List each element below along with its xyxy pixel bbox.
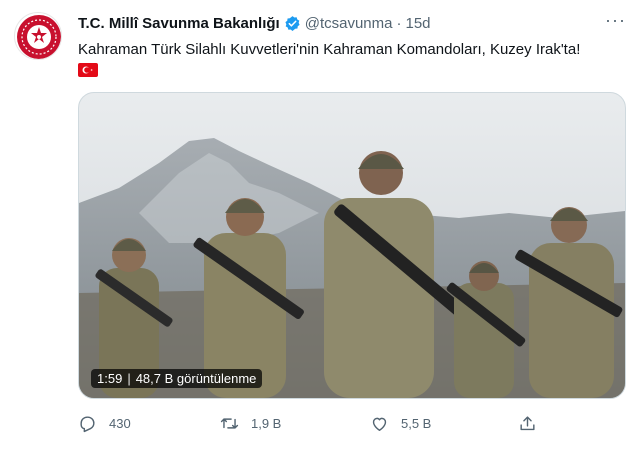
view-count: 48,7 B görüntülenme [135,371,257,386]
action-bar: 430 1,9 B 5,5 B [78,414,626,438]
verified-badge-icon [284,15,301,32]
turkey-flag-icon [78,63,98,77]
share-icon [520,416,535,431]
video-badge: 1:59 | 48,7 B görüntülenme [91,369,263,388]
like-button[interactable]: 5,5 B [370,414,431,433]
like-count: 5,5 B [401,416,432,431]
handle[interactable]: @tcsavunma [305,15,393,32]
avatar[interactable] [14,12,62,60]
separator-dot: · [396,14,402,32]
tweet-text: Kahraman Türk Silahlı Kuvvetleri'nin Kah… [78,41,581,58]
more-dots-icon[interactable]: ··· [605,10,626,31]
retweet-button[interactable]: 1,9 B [220,414,281,433]
heart-icon [372,417,387,431]
video-player[interactable]: 1:59 | 48,7 B görüntülenme [78,92,626,399]
ministry-seal-icon [17,15,61,59]
retweet-count: 1,9 B [251,416,282,431]
badge-separator: | [127,371,131,386]
reply-icon [80,416,95,433]
reply-count: 430 [109,416,131,431]
display-name[interactable]: T.C. Millî Savunma Bakanlığı [78,15,280,32]
tweet-card: T.C. Millî Savunma Bakanlığı @tcsavunma … [0,0,640,450]
retweet-icon [220,418,239,429]
tweet-header: T.C. Millî Savunma Bakanlığı @tcsavunma … [78,10,626,34]
timestamp[interactable]: 15d [405,15,430,32]
reply-button[interactable]: 430 [78,414,131,433]
video-duration: 1:59 [97,371,123,386]
video-thumbnail [79,93,625,398]
share-button[interactable] [518,414,537,433]
